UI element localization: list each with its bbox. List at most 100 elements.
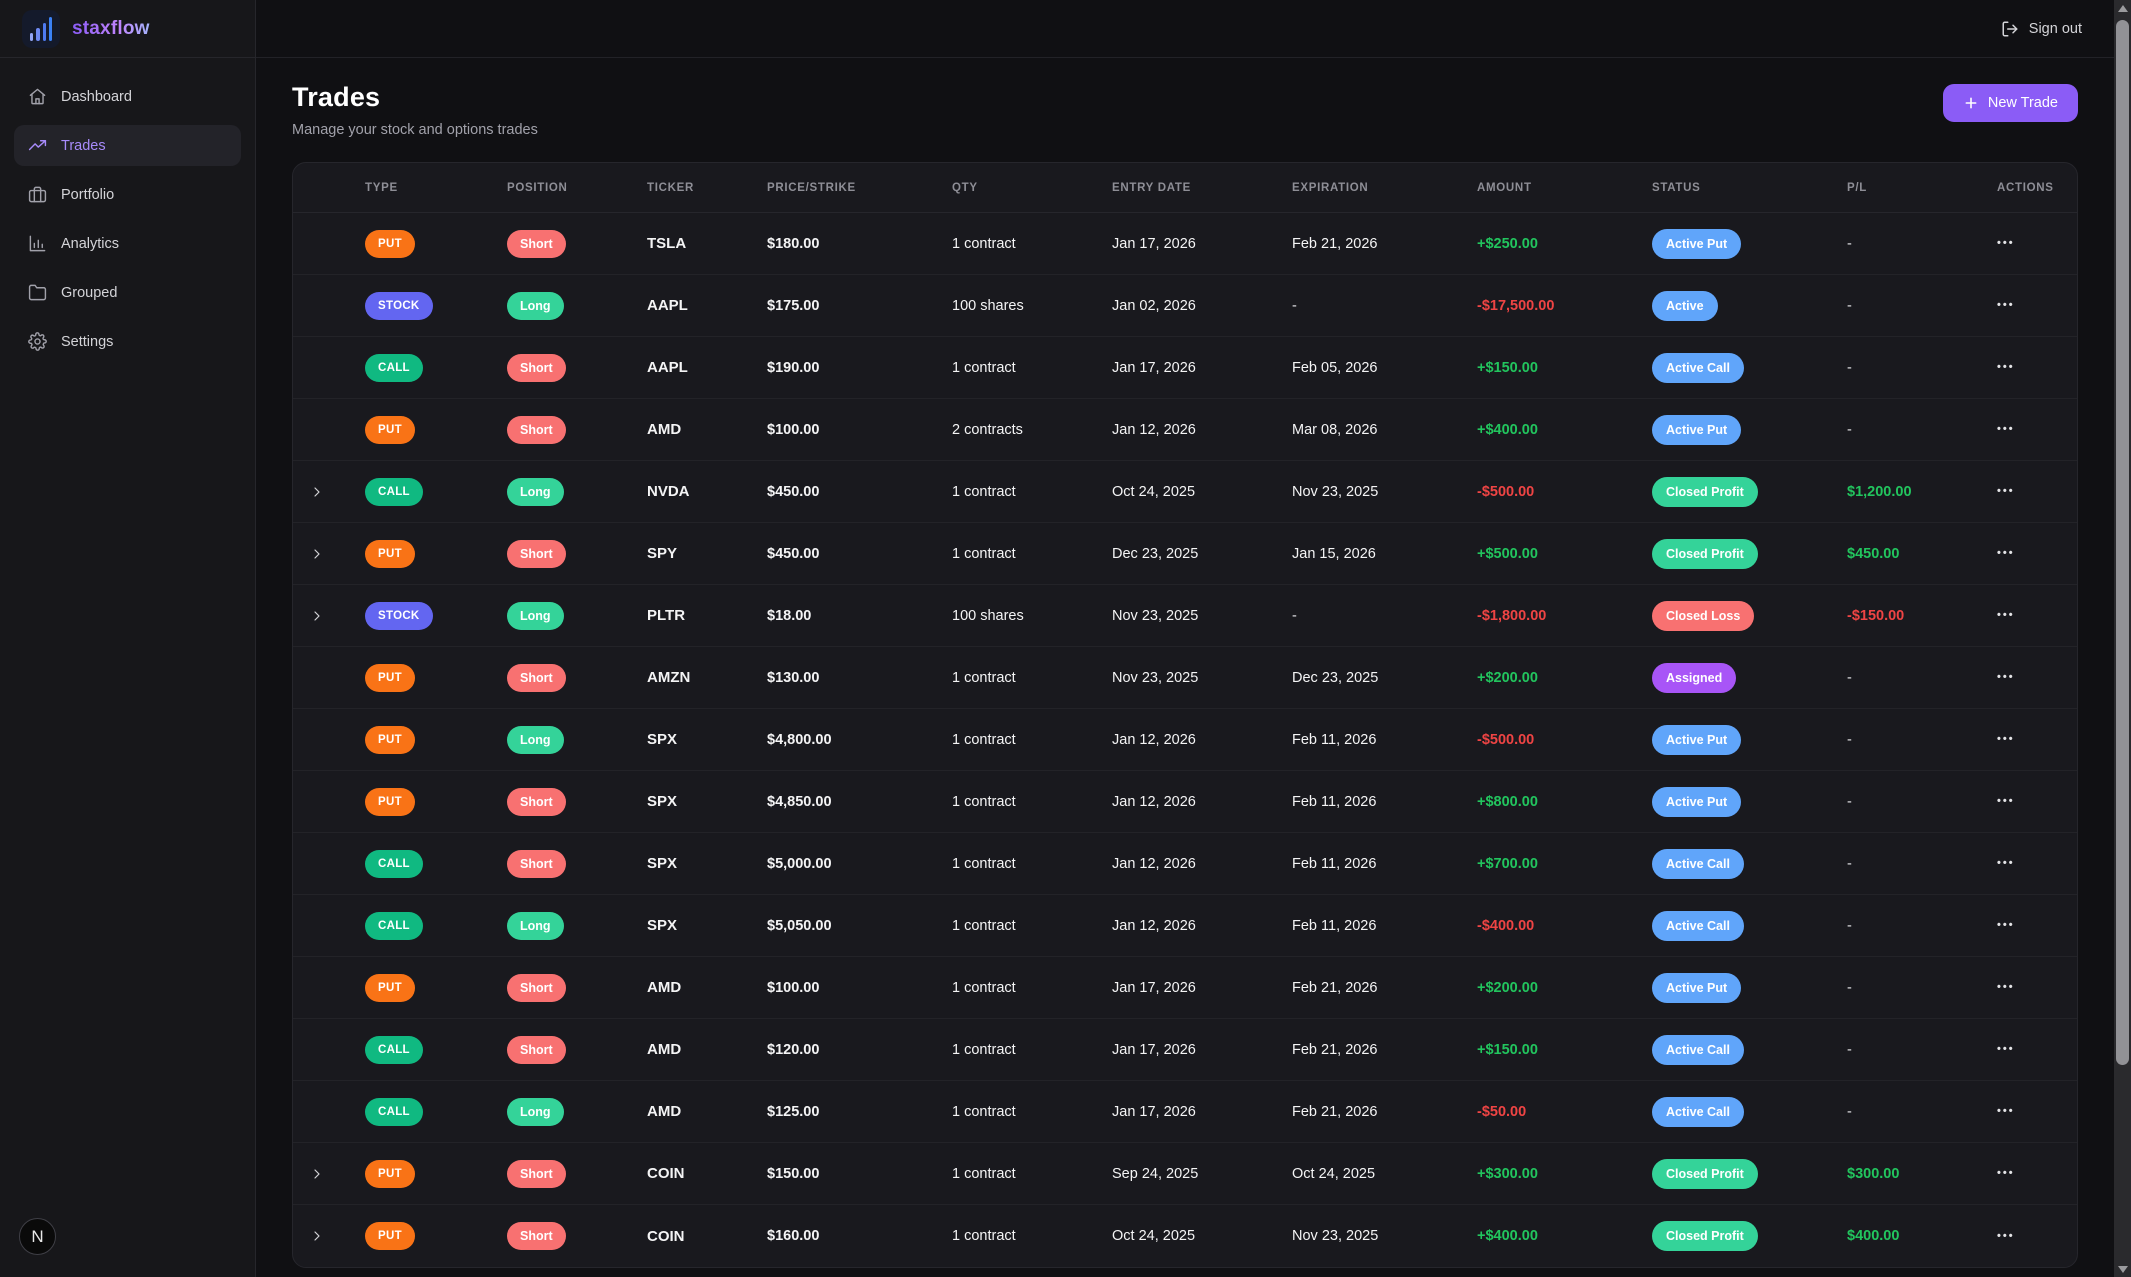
sidebar-item-portfolio[interactable]: Portfolio <box>14 174 241 215</box>
cell-expiration: Nov 23, 2025 <box>1268 461 1453 522</box>
chevron-right-icon <box>309 608 325 624</box>
expand-row-button[interactable] <box>309 608 325 624</box>
scrollbar-up-arrow-icon[interactable] <box>2114 0 2131 16</box>
trade-row-spx: CALLShortSPX$5,000.001 contractJan 12, 2… <box>293 833 2077 895</box>
cell-price-strike: $5,050.00 <box>743 895 928 956</box>
cell-expander <box>293 1019 341 1080</box>
cell-expander <box>293 1081 341 1142</box>
cell-entry-date: Sep 24, 2025 <box>1088 1143 1268 1204</box>
cell-actions: ••• <box>1973 213 2077 274</box>
type-badge: PUT <box>365 230 415 258</box>
cell-ticker: SPX <box>623 709 743 770</box>
row-actions-menu-button[interactable]: ••• <box>1997 982 2015 993</box>
cell-status: Active Call <box>1628 1019 1823 1080</box>
trade-row-amzn: PUTShortAMZN$130.001 contractNov 23, 202… <box>293 647 2077 709</box>
expand-row-button[interactable] <box>309 484 325 500</box>
row-actions-menu-button[interactable]: ••• <box>1997 1044 2015 1055</box>
cell-expiration: - <box>1268 275 1453 336</box>
cell-entry-date: Oct 24, 2025 <box>1088 461 1268 522</box>
cell-position: Long <box>483 1081 623 1142</box>
sidebar-item-dashboard[interactable]: Dashboard <box>14 76 241 117</box>
position-badge: Long <box>507 602 564 630</box>
cell-pl: $450.00 <box>1823 523 1973 584</box>
status-badge: Assigned <box>1652 663 1736 693</box>
type-badge: CALL <box>365 478 423 506</box>
row-actions-menu-button[interactable]: ••• <box>1997 424 2015 435</box>
sidebar-item-grouped[interactable]: Grouped <box>14 272 241 313</box>
sidebar-item-trades[interactable]: Trades <box>14 125 241 166</box>
cell-expander <box>293 213 341 274</box>
column-header-p-l: P/L <box>1823 163 1973 212</box>
scrollbar-down-arrow-icon[interactable] <box>2114 1261 2131 1277</box>
cell-expiration: Oct 24, 2025 <box>1268 1143 1453 1204</box>
status-badge: Closed Profit <box>1652 539 1758 569</box>
staxflow-bars-logo-icon <box>22 10 60 48</box>
dev-overlay-badge[interactable]: N <box>19 1218 56 1255</box>
vertical-scrollbar[interactable] <box>2114 0 2131 1277</box>
cell-position: Long <box>483 895 623 956</box>
row-actions-menu-button[interactable]: ••• <box>1997 362 2015 373</box>
cell-actions: ••• <box>1973 771 2077 832</box>
cell-actions: ••• <box>1973 337 2077 398</box>
cell-expiration: Dec 23, 2025 <box>1268 647 1453 708</box>
main-area: Sign out Trades Manage your stock and op… <box>256 0 2114 1277</box>
row-actions-menu-button[interactable]: ••• <box>1997 920 2015 931</box>
cell-actions: ••• <box>1973 585 2077 646</box>
expand-row-button[interactable] <box>309 546 325 562</box>
cell-expander <box>293 461 341 522</box>
column-header-position: POSITION <box>483 163 623 212</box>
column-header-status: STATUS <box>1628 163 1823 212</box>
trade-row-nvda: CALLLongNVDA$450.001 contractOct 24, 202… <box>293 461 2077 523</box>
new-trade-button[interactable]: New Trade <box>1943 84 2078 122</box>
scrollbar-thumb[interactable] <box>2116 20 2129 1065</box>
cell-qty: 100 shares <box>928 585 1088 646</box>
cell-expiration: Feb 05, 2026 <box>1268 337 1453 398</box>
row-actions-menu-button[interactable]: ••• <box>1997 858 2015 869</box>
cell-qty: 1 contract <box>928 833 1088 894</box>
cell-entry-date: Jan 17, 2026 <box>1088 957 1268 1018</box>
chevron-right-icon <box>309 1228 325 1244</box>
topbar: Sign out <box>256 0 2114 58</box>
cell-type: PUT <box>341 523 483 584</box>
cell-price-strike: $4,850.00 <box>743 771 928 832</box>
cell-actions: ••• <box>1973 1143 2077 1204</box>
expand-row-button[interactable] <box>309 1166 325 1182</box>
expand-row-button[interactable] <box>309 1228 325 1244</box>
row-actions-menu-button[interactable]: ••• <box>1997 1168 2015 1179</box>
row-actions-menu-button[interactable]: ••• <box>1997 672 2015 683</box>
trade-row-spx: PUTLongSPX$4,800.001 contractJan 12, 202… <box>293 709 2077 771</box>
row-actions-menu-button[interactable]: ••• <box>1997 1231 2015 1242</box>
cell-expiration: Feb 11, 2026 <box>1268 895 1453 956</box>
cell-entry-date: Nov 23, 2025 <box>1088 585 1268 646</box>
column-header-price-strike: PRICE/STRIKE <box>743 163 928 212</box>
row-actions-menu-button[interactable]: ••• <box>1997 610 2015 621</box>
row-actions-menu-button[interactable]: ••• <box>1997 300 2015 311</box>
cell-expiration: Feb 21, 2026 <box>1268 1019 1453 1080</box>
cell-entry-date: Nov 23, 2025 <box>1088 647 1268 708</box>
sidebar-item-settings[interactable]: Settings <box>14 321 241 362</box>
trade-row-amd: PUTShortAMD$100.002 contractsJan 12, 202… <box>293 399 2077 461</box>
cell-pl: - <box>1823 647 1973 708</box>
sidebar-item-analytics[interactable]: Analytics <box>14 223 241 264</box>
row-actions-menu-button[interactable]: ••• <box>1997 548 2015 559</box>
cell-amount: -$50.00 <box>1453 1081 1628 1142</box>
cell-expiration: Feb 11, 2026 <box>1268 771 1453 832</box>
row-actions-menu-button[interactable]: ••• <box>1997 1106 2015 1117</box>
row-actions-menu-button[interactable]: ••• <box>1997 238 2015 249</box>
row-actions-menu-button[interactable]: ••• <box>1997 486 2015 497</box>
type-badge: PUT <box>365 1222 415 1250</box>
cell-price-strike: $5,000.00 <box>743 833 928 894</box>
cell-price-strike: $4,800.00 <box>743 709 928 770</box>
sign-out-button[interactable]: Sign out <box>2001 20 2082 38</box>
cell-expander <box>293 523 341 584</box>
cell-amount: +$200.00 <box>1453 647 1628 708</box>
sidebar-item-label: Dashboard <box>61 89 132 105</box>
cell-expiration: Feb 21, 2026 <box>1268 1081 1453 1142</box>
position-badge: Long <box>507 478 564 506</box>
cell-entry-date: Dec 23, 2025 <box>1088 523 1268 584</box>
cell-amount: -$1,800.00 <box>1453 585 1628 646</box>
row-actions-menu-button[interactable]: ••• <box>1997 734 2015 745</box>
position-badge: Short <box>507 354 566 382</box>
trade-row-coin: PUTShortCOIN$160.001 contractOct 24, 202… <box>293 1205 2077 1267</box>
row-actions-menu-button[interactable]: ••• <box>1997 796 2015 807</box>
